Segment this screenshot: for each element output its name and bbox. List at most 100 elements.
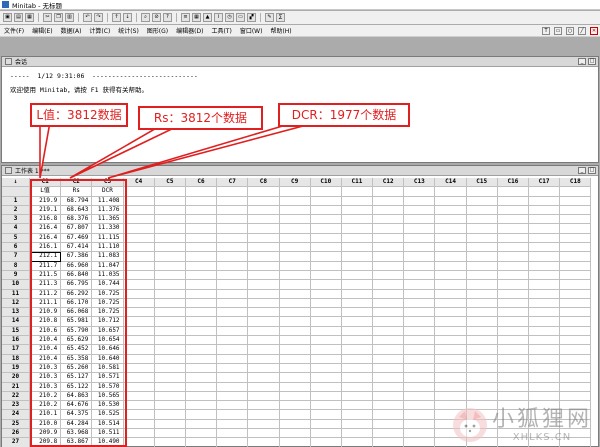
data-cell[interactable] bbox=[217, 401, 249, 411]
data-cell[interactable] bbox=[560, 382, 592, 392]
data-cell[interactable] bbox=[185, 243, 218, 253]
data-cell[interactable] bbox=[341, 308, 374, 318]
data-cell[interactable] bbox=[217, 280, 249, 290]
data-cell[interactable] bbox=[310, 270, 342, 281]
data-cell[interactable] bbox=[435, 373, 467, 383]
row-header[interactable]: 7 bbox=[2, 252, 30, 262]
data-cell[interactable] bbox=[497, 382, 529, 392]
row-header[interactable]: 20 bbox=[2, 373, 30, 383]
data-cell[interactable] bbox=[404, 270, 436, 281]
report-icon[interactable]: ▭ bbox=[236, 13, 245, 22]
data-cell[interactable] bbox=[279, 261, 311, 271]
cancel-icon[interactable]: ⊘ bbox=[152, 13, 161, 22]
column-name-cell[interactable] bbox=[529, 187, 561, 197]
data-cell[interactable] bbox=[341, 410, 374, 420]
data-cell[interactable] bbox=[185, 345, 218, 355]
data-cell[interactable] bbox=[560, 317, 592, 327]
data-cell[interactable] bbox=[466, 326, 498, 337]
column-name-cell[interactable] bbox=[497, 187, 529, 197]
data-cell[interactable] bbox=[529, 336, 561, 346]
data-cell[interactable] bbox=[279, 252, 311, 262]
graph-icon[interactable]: ▲ bbox=[203, 13, 212, 22]
data-cell[interactable] bbox=[310, 401, 342, 411]
data-cell[interactable] bbox=[529, 215, 561, 225]
row-header[interactable]: 16 bbox=[2, 336, 30, 346]
data-cell[interactable] bbox=[185, 298, 218, 309]
column-name-cell[interactable] bbox=[248, 187, 280, 197]
data-cell[interactable] bbox=[435, 215, 467, 225]
data-cell[interactable] bbox=[185, 429, 218, 439]
data-cell[interactable] bbox=[435, 270, 467, 281]
data-cell[interactable] bbox=[435, 233, 467, 244]
data-cell[interactable] bbox=[217, 196, 249, 206]
data-cell[interactable] bbox=[466, 354, 498, 364]
data-cell[interactable] bbox=[123, 326, 155, 337]
data-cell[interactable] bbox=[185, 317, 218, 327]
data-cell[interactable] bbox=[373, 270, 405, 281]
data-cell[interactable] bbox=[404, 205, 436, 216]
data-cell[interactable] bbox=[154, 410, 186, 420]
data-cell[interactable] bbox=[154, 336, 186, 346]
data-cell[interactable] bbox=[217, 215, 249, 225]
data-cell[interactable] bbox=[217, 298, 249, 309]
data-cell[interactable] bbox=[404, 243, 436, 253]
data-cell[interactable] bbox=[529, 280, 561, 290]
column-name-cell[interactable] bbox=[185, 187, 218, 197]
data-cell[interactable] bbox=[154, 224, 186, 234]
data-cell[interactable] bbox=[248, 215, 280, 225]
row-header[interactable]: 2 bbox=[2, 205, 30, 216]
data-cell[interactable] bbox=[310, 438, 342, 447]
data-cell[interactable] bbox=[341, 233, 374, 244]
data-cell[interactable] bbox=[435, 224, 467, 234]
minimize-icon[interactable]: _ bbox=[578, 58, 586, 65]
data-cell[interactable] bbox=[248, 289, 280, 299]
data-cell[interactable] bbox=[123, 391, 155, 402]
data-cell[interactable] bbox=[185, 270, 218, 281]
data-cell[interactable] bbox=[341, 438, 374, 447]
data-cell[interactable] bbox=[248, 429, 280, 439]
menu-item-6[interactable]: 编辑器(D) bbox=[172, 26, 207, 35]
data-cell[interactable] bbox=[154, 261, 186, 271]
row-header[interactable]: 18 bbox=[2, 354, 30, 364]
undo-icon[interactable]: ↶ bbox=[83, 13, 92, 22]
print-icon[interactable]: ▦ bbox=[25, 13, 34, 22]
data-cell[interactable] bbox=[279, 289, 311, 299]
data-cell[interactable] bbox=[217, 419, 249, 430]
data-cell[interactable] bbox=[185, 326, 218, 337]
data-cell[interactable] bbox=[310, 298, 342, 309]
data-cell[interactable] bbox=[310, 224, 342, 234]
data-cell[interactable] bbox=[341, 261, 374, 271]
data-cell[interactable] bbox=[217, 261, 249, 271]
data-cell[interactable] bbox=[341, 336, 374, 346]
data-cell[interactable] bbox=[154, 205, 186, 216]
row-header[interactable]: 24 bbox=[2, 410, 30, 420]
data-cell[interactable] bbox=[529, 270, 561, 281]
data-cell[interactable] bbox=[310, 429, 342, 439]
data-cell[interactable] bbox=[341, 243, 374, 253]
data-cell[interactable] bbox=[248, 280, 280, 290]
data-cell[interactable] bbox=[279, 363, 311, 374]
data-cell[interactable] bbox=[497, 280, 529, 290]
data-cell[interactable] bbox=[373, 419, 405, 430]
row-header[interactable]: 15 bbox=[2, 326, 30, 337]
data-cell[interactable] bbox=[466, 270, 498, 281]
data-cell[interactable] bbox=[185, 336, 218, 346]
data-cell[interactable] bbox=[497, 196, 529, 206]
row-header[interactable]: 13 bbox=[2, 308, 30, 318]
data-cell[interactable] bbox=[435, 196, 467, 206]
data-cell[interactable] bbox=[217, 289, 249, 299]
data-cell[interactable] bbox=[497, 224, 529, 234]
data-cell[interactable] bbox=[279, 224, 311, 234]
data-cell[interactable] bbox=[404, 317, 436, 327]
data-cell[interactable] bbox=[341, 270, 374, 281]
data-cell[interactable] bbox=[123, 354, 155, 364]
session-header[interactable]: 会话 _ □ bbox=[2, 57, 598, 67]
row-header[interactable]: 10 bbox=[2, 280, 30, 290]
data-cell[interactable] bbox=[279, 373, 311, 383]
column-name-cell[interactable] bbox=[404, 187, 436, 197]
data-cell[interactable] bbox=[373, 233, 405, 244]
data-cell[interactable] bbox=[310, 354, 342, 364]
data-cell[interactable] bbox=[466, 289, 498, 299]
data-cell[interactable] bbox=[279, 410, 311, 420]
data-cell[interactable] bbox=[310, 289, 342, 299]
